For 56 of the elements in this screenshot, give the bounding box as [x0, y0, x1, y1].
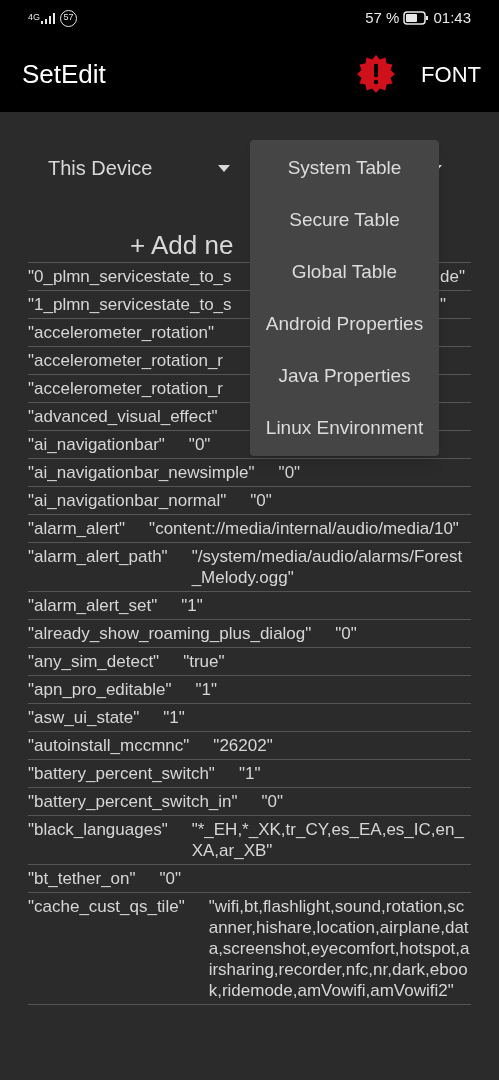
- menu-item[interactable]: Java Properties: [250, 361, 439, 391]
- menu-item[interactable]: Linux Environment: [250, 413, 439, 443]
- setting-value: "true": [183, 651, 225, 672]
- setting-value: "*_EH,*_XK,tr_CY,es_EA,es_IC,en_XA,ar_XB": [191, 819, 465, 861]
- setting-key: "apn_pro_editable": [28, 679, 172, 700]
- setting-key: "already_show_roaming_plus_dialog": [28, 623, 312, 644]
- setting-key: "alarm_alert_path": [28, 546, 168, 588]
- setting-key: "alarm_alert_set": [28, 595, 158, 616]
- setting-value: "content://media/internal/audio/media/10": [149, 518, 459, 539]
- setting-value: "/system/media/audio/alarms/Forest_Melody.ogg": [191, 546, 464, 588]
- add-new-button[interactable]: + Add ne: [130, 230, 234, 260]
- menu-item[interactable]: Global Table: [250, 257, 439, 287]
- battery-percent: 57 %: [365, 7, 400, 28]
- clock-time: 01:43: [433, 7, 471, 28]
- setting-value: "0": [250, 490, 272, 511]
- battery-icon: [403, 11, 430, 25]
- setting-key: "bt_tether_on": [28, 868, 136, 889]
- setting-key: "advanced_visual_effect": [28, 406, 218, 427]
- setting-value: "0": [159, 868, 182, 889]
- setting-value: "0": [261, 791, 284, 812]
- setting-key: "accelerometer_rotation_r: [28, 378, 224, 399]
- setting-key: "0_plmn_servicestate_to_s: [28, 266, 232, 287]
- setting-key: "black_languages": [28, 819, 168, 861]
- setting-value: "1": [181, 595, 203, 616]
- app-title: SetEdit: [22, 57, 106, 91]
- dropdown[interactable]: This Device: [48, 153, 230, 183]
- setting-key: "cache_cust_qs_tile": [28, 896, 185, 1001]
- setting-key: "ai_navigationbar_newsimple": [28, 462, 255, 483]
- setting-value: "26202": [213, 735, 273, 756]
- setting-value: de": [440, 266, 465, 287]
- setting-value: "0": [188, 434, 211, 455]
- signal-icon: [41, 12, 55, 24]
- setting-value: "1": [238, 763, 261, 784]
- font-button[interactable]: FONT: [415, 51, 487, 97]
- setting-key: "accelerometer_rotation": [28, 322, 214, 343]
- setting-value: "0": [278, 462, 301, 483]
- setting-key: "accelerometer_rotation_r: [28, 350, 224, 371]
- setting-key: "alarm_alert": [28, 518, 126, 539]
- setting-key: "battery_percent_switch": [28, 763, 215, 784]
- network-label: 4G: [28, 12, 40, 22]
- menu-item[interactable]: Android Properties: [250, 309, 439, 339]
- setting-key: "ai_navigationbar_normal": [28, 490, 227, 511]
- warning-icon[interactable]: [357, 55, 396, 93]
- setting-value: "wifi,bt,flashlight,sound,rotation,scanner,hishare,location,airplane,data,screenshot,eyecomfort,hotspot,airsharing,recorder,nfc,nr,dark,ebook,ridemode,amVowifi,amVowifi2": [208, 896, 471, 1001]
- setting-value: "1": [195, 679, 217, 700]
- setting-key: "autoinstall_mccmnc": [28, 735, 190, 756]
- menu-item[interactable]: Secure Table: [250, 205, 439, 235]
- setting-value: "1": [163, 707, 185, 728]
- setting-value: "0": [335, 623, 357, 644]
- setting-key: "asw_ui_state": [28, 707, 140, 728]
- setting-key: "1_plmn_servicestate_to_s: [28, 294, 232, 315]
- setting-key: "battery_percent_switch_in": [28, 791, 238, 812]
- setting-key: "ai_navigationbar": [28, 434, 165, 455]
- setting-value: ": [440, 294, 447, 315]
- setting-key: "any_sim_detect": [28, 651, 160, 672]
- caret-icon: [218, 164, 230, 172]
